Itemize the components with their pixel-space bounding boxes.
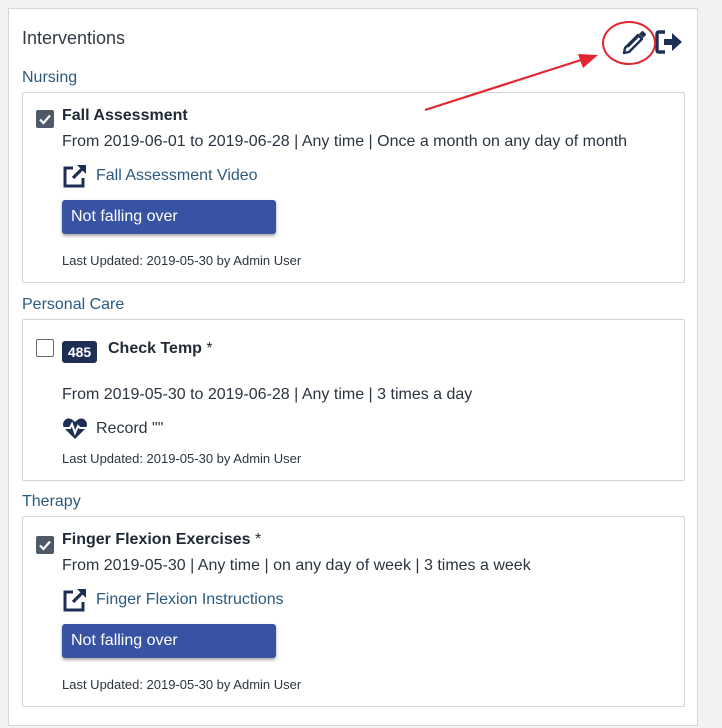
intervention-checkbox[interactable] — [36, 536, 54, 554]
section-label-personal-care: Personal Care — [22, 296, 125, 313]
intervention-schedule: From 2019-05-30 | Any time | on any day … — [62, 557, 531, 574]
intervention-link[interactable]: Finger Flexion Instructions — [62, 587, 284, 613]
required-mark: * — [254, 531, 262, 548]
intervention-link-label[interactable]: Finger Flexion Instructions — [96, 591, 284, 609]
intervention-checkbox[interactable] — [36, 110, 54, 128]
sign-out-icon[interactable] — [655, 29, 685, 55]
section-label-therapy: Therapy — [22, 493, 81, 510]
required-mark: * — [206, 340, 213, 357]
intervention-title[interactable]: Finger Flexion Exercises * — [62, 531, 261, 549]
intervention-card-fall-assessment: Fall Assessment From 2019-06-01 to 2019-… — [22, 92, 685, 283]
intervention-title-text: Check Temp — [108, 340, 202, 357]
record-label: Record "" — [96, 420, 164, 437]
goal-button[interactable]: Not falling over — [62, 624, 276, 658]
intervention-link-label[interactable]: Fall Assessment Video — [96, 167, 258, 185]
intervention-schedule: From 2019-06-01 to 2019-06-28 | Any time… — [62, 133, 628, 150]
heartbeat-icon — [63, 418, 87, 439]
intervention-card-finger-flexion: Finger Flexion Exercises * From 2019-05-… — [22, 516, 685, 707]
external-link-icon — [63, 589, 86, 612]
intervention-checkbox[interactable] — [36, 339, 54, 357]
intervention-schedule: From 2019-05-30 to 2019-06-28 | Any time… — [62, 386, 473, 403]
external-link-icon — [63, 165, 86, 188]
section-label-nursing: Nursing — [22, 69, 78, 86]
panel-title: Interventions — [22, 28, 126, 48]
record-row[interactable]: Record "" — [62, 417, 163, 441]
last-updated-text: Last Updated: 2019-05-30 by Admin User — [62, 451, 302, 466]
intervention-title-text: Finger Flexion Exercises — [62, 531, 251, 548]
intervention-title[interactable]: Check Temp * — [108, 340, 213, 358]
last-updated-text: Last Updated: 2019-05-30 by Admin User — [62, 253, 302, 268]
interventions-panel: Interventions Nursing Fall Assessment Fr… — [8, 8, 698, 726]
form-badge: 485 — [62, 341, 97, 363]
intervention-title[interactable]: Fall Assessment — [62, 107, 188, 125]
goal-button[interactable]: Not falling over — [62, 200, 276, 234]
intervention-link[interactable]: Fall Assessment Video — [62, 163, 258, 189]
pencil-icon[interactable] — [621, 29, 647, 55]
last-updated-text: Last Updated: 2019-05-30 by Admin User — [62, 677, 302, 692]
intervention-card-check-temp: 485 Check Temp * From 2019-05-30 to 2019… — [22, 319, 685, 481]
